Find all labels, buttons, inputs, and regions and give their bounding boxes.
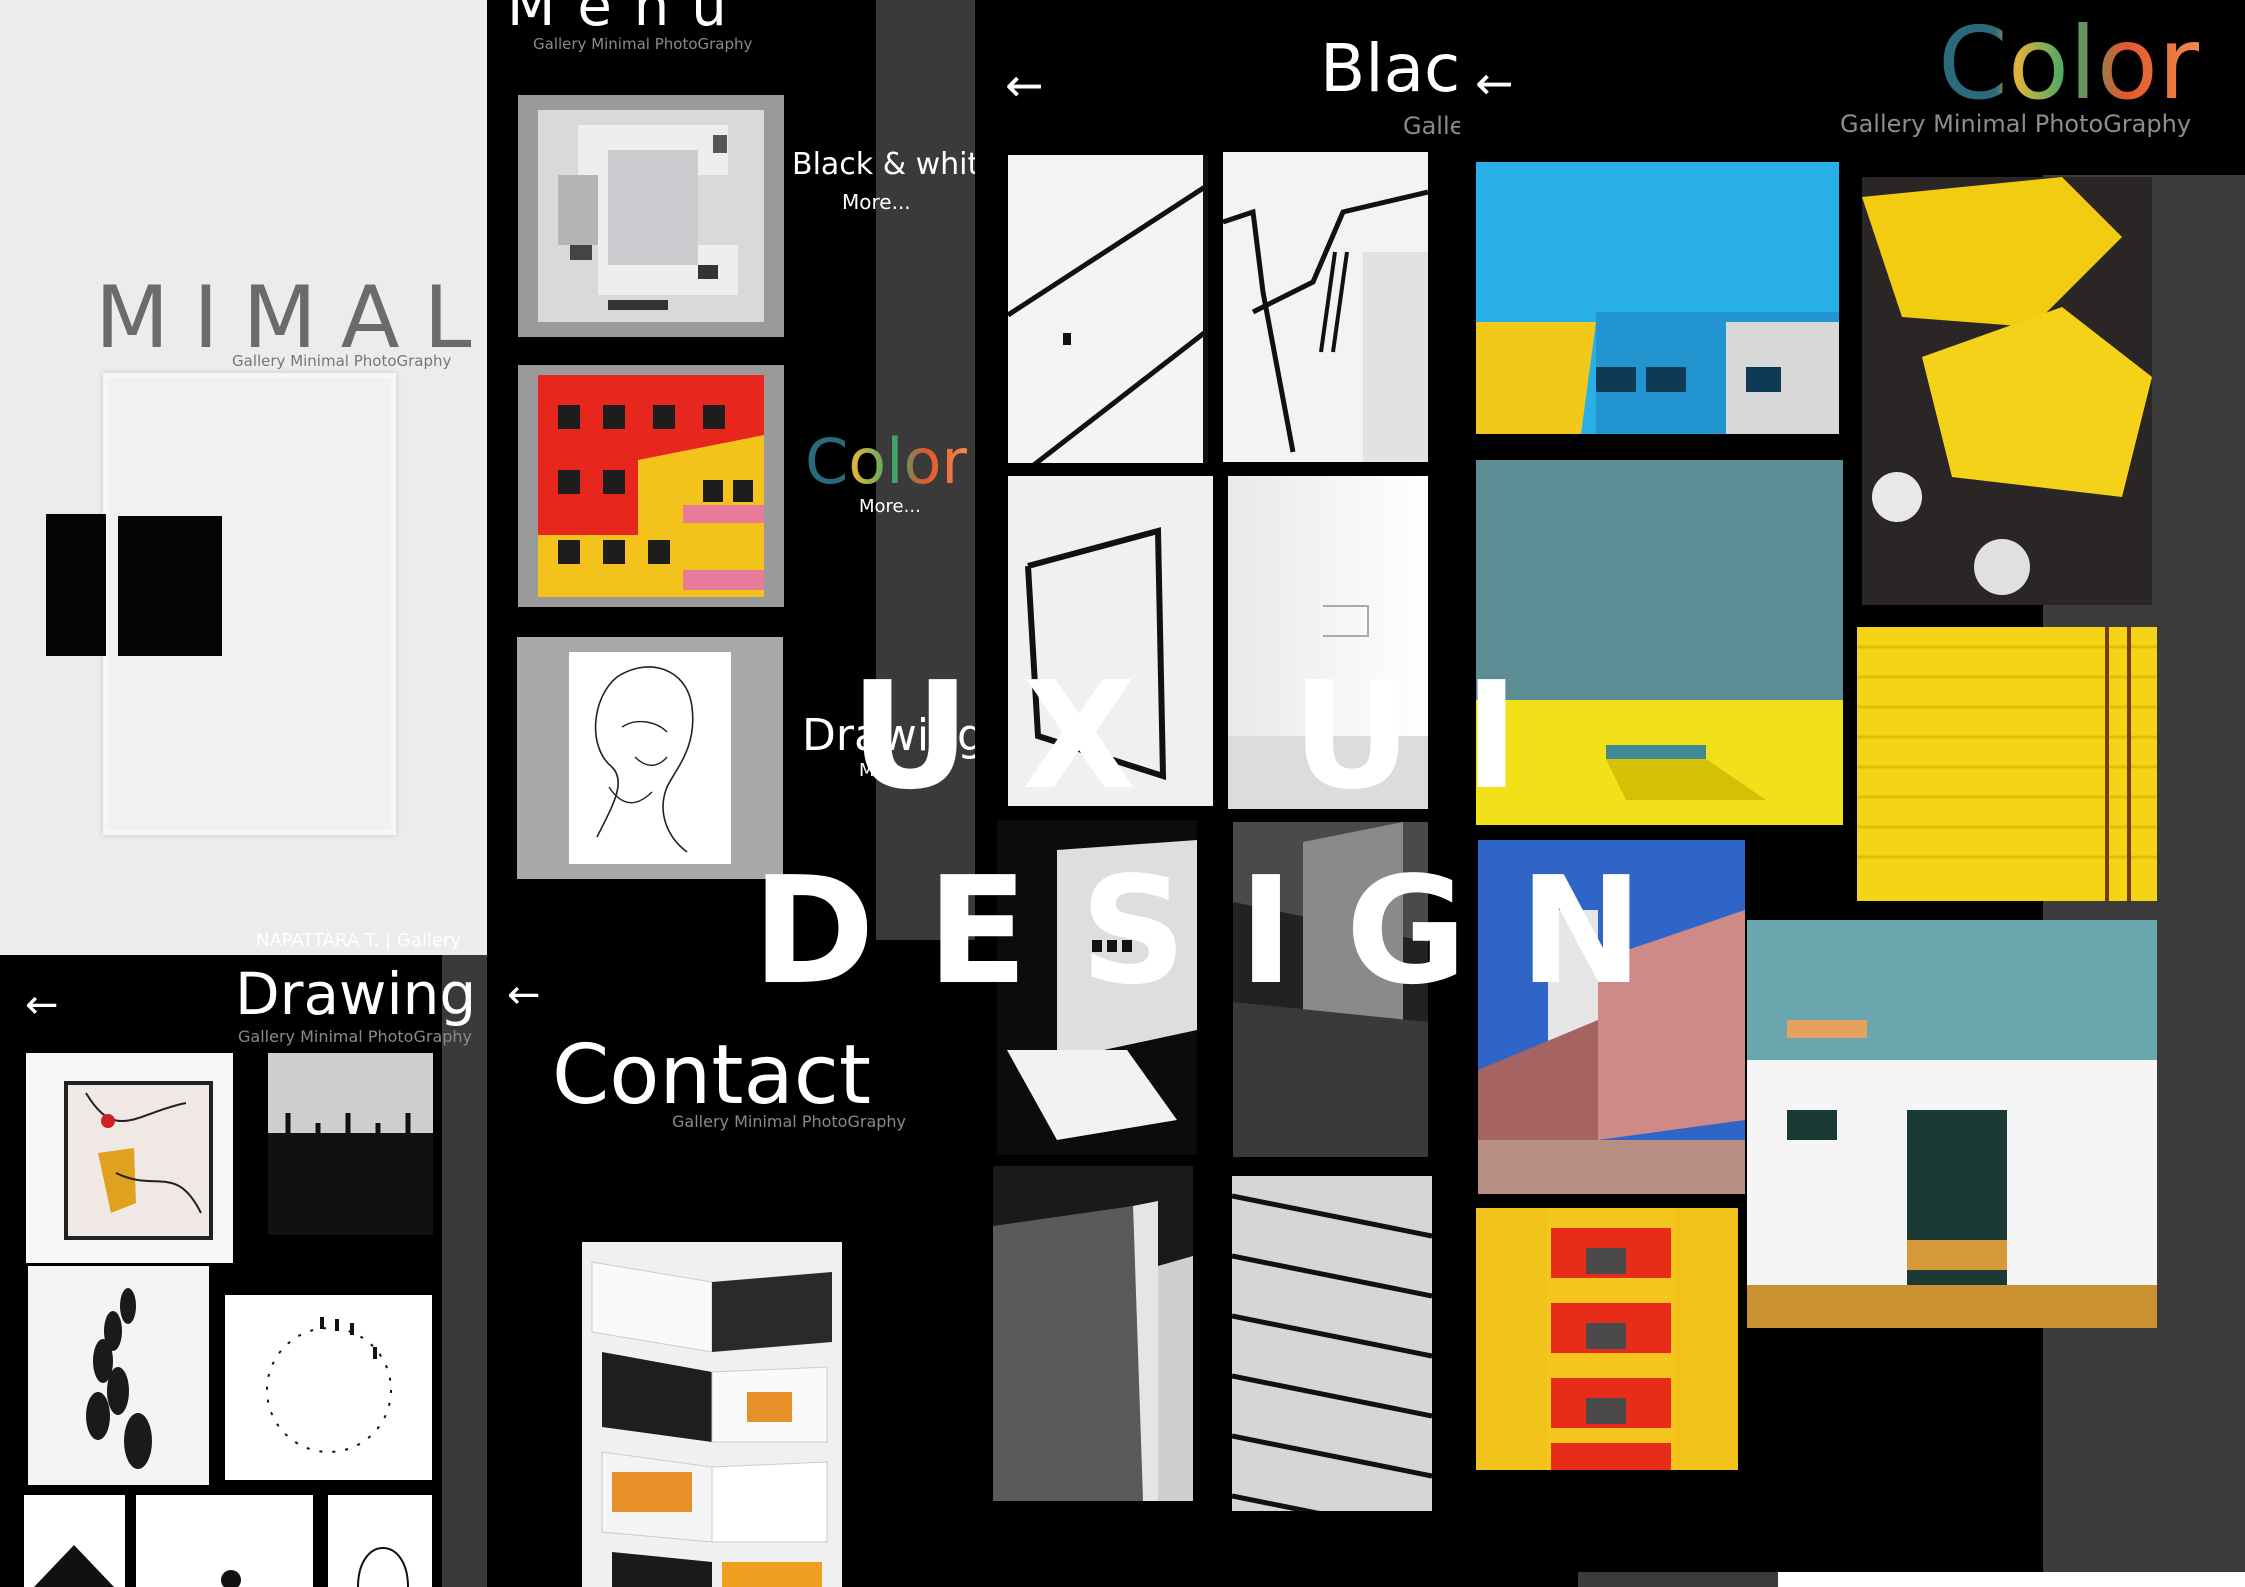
drawing-art-triangle[interactable] bbox=[24, 1495, 125, 1587]
menu-thumb-blackwhite[interactable] bbox=[518, 95, 784, 337]
menu-color-letters: Color bbox=[805, 425, 967, 498]
menu-item-blackwhite-more[interactable]: More... bbox=[842, 190, 911, 214]
drawing-sidebar bbox=[442, 955, 487, 1587]
color-bottom-white bbox=[1778, 1572, 2245, 1587]
menu-item-color-label[interactable]: Color bbox=[805, 425, 967, 498]
drawing-screen: ← Drawing Gallery Minimal PhotoGraphy bbox=[0, 955, 487, 1587]
splash-footer: NAPATTARA T. | Gallery bbox=[256, 930, 461, 951]
menu-item-blackwhite-label[interactable]: Black & white bbox=[792, 147, 998, 182]
drawing-art-face[interactable] bbox=[328, 1495, 432, 1587]
arrow-left-icon[interactable]: ← bbox=[1005, 62, 1044, 108]
color-bottom-bar bbox=[1578, 1572, 1778, 1587]
bw-photo-staircase[interactable] bbox=[1008, 155, 1208, 463]
color-screen: ← Color Gallery Minimal PhotoGraphy bbox=[1460, 0, 2245, 1587]
drawing-art-circle[interactable] bbox=[225, 1295, 432, 1480]
black-block-right bbox=[118, 516, 222, 656]
contact-screen: ← Contact Gallery Minimal PhotoGraphy bbox=[487, 940, 975, 1587]
color-photo-umbrellas[interactable] bbox=[1862, 177, 2152, 605]
arrow-left-icon[interactable]: ← bbox=[25, 985, 59, 1025]
menu-thumb-color[interactable] bbox=[518, 365, 784, 607]
blackwhite-subtitle: Galle bbox=[1403, 112, 1465, 140]
color-photo-red-balconies[interactable] bbox=[1476, 1208, 1738, 1470]
color-subtitle: Gallery Minimal PhotoGraphy bbox=[1840, 110, 2192, 138]
color-photo-yellow-ladder[interactable] bbox=[1857, 627, 2157, 901]
blackwhite-title: Black bbox=[1320, 30, 1480, 107]
menu-thumb-drawing[interactable] bbox=[517, 637, 783, 879]
drawing-art-figure[interactable] bbox=[136, 1495, 313, 1587]
color-title: Color bbox=[1938, 5, 2200, 122]
drawing-art-crowd[interactable] bbox=[28, 1266, 209, 1485]
menu-subtitle: Gallery Minimal PhotoGraphy bbox=[533, 35, 753, 53]
splash-subtitle: Gallery Minimal PhotoGraphy bbox=[232, 352, 452, 370]
arrow-left-icon[interactable]: ← bbox=[507, 975, 541, 1015]
black-block-left bbox=[46, 514, 106, 656]
drawing-subtitle: Gallery Minimal PhotoGraphy bbox=[238, 1027, 473, 1046]
bw-photo-ladder[interactable] bbox=[1223, 152, 1428, 462]
drawing-art-abstract[interactable] bbox=[26, 1053, 233, 1263]
menu-title: Menu bbox=[507, 0, 749, 39]
contact-title: Contact bbox=[552, 1028, 872, 1123]
drawing-art-drips[interactable] bbox=[268, 1053, 433, 1235]
splash-screen: MIMAL Gallery Minimal PhotoGraphy NAPATT… bbox=[0, 0, 487, 955]
menu-item-color-more[interactable]: More... bbox=[859, 496, 921, 517]
overlay-title-line2: DESIGN bbox=[752, 845, 1695, 1017]
drawing-title: Drawing bbox=[235, 960, 477, 1028]
contact-subtitle: Gallery Minimal PhotoGraphy bbox=[672, 1112, 907, 1131]
overlay-title-line1: UX UI bbox=[850, 650, 1572, 822]
color-photo-white-house[interactable] bbox=[1747, 920, 2157, 1328]
arrow-left-icon[interactable]: ← bbox=[1475, 60, 1514, 106]
contact-brochure[interactable] bbox=[582, 1242, 842, 1587]
bw-photo-tower[interactable] bbox=[993, 1166, 1193, 1501]
bw-photo-ramps[interactable] bbox=[1232, 1176, 1432, 1511]
color-photo-blue-wall[interactable] bbox=[1476, 162, 1839, 434]
